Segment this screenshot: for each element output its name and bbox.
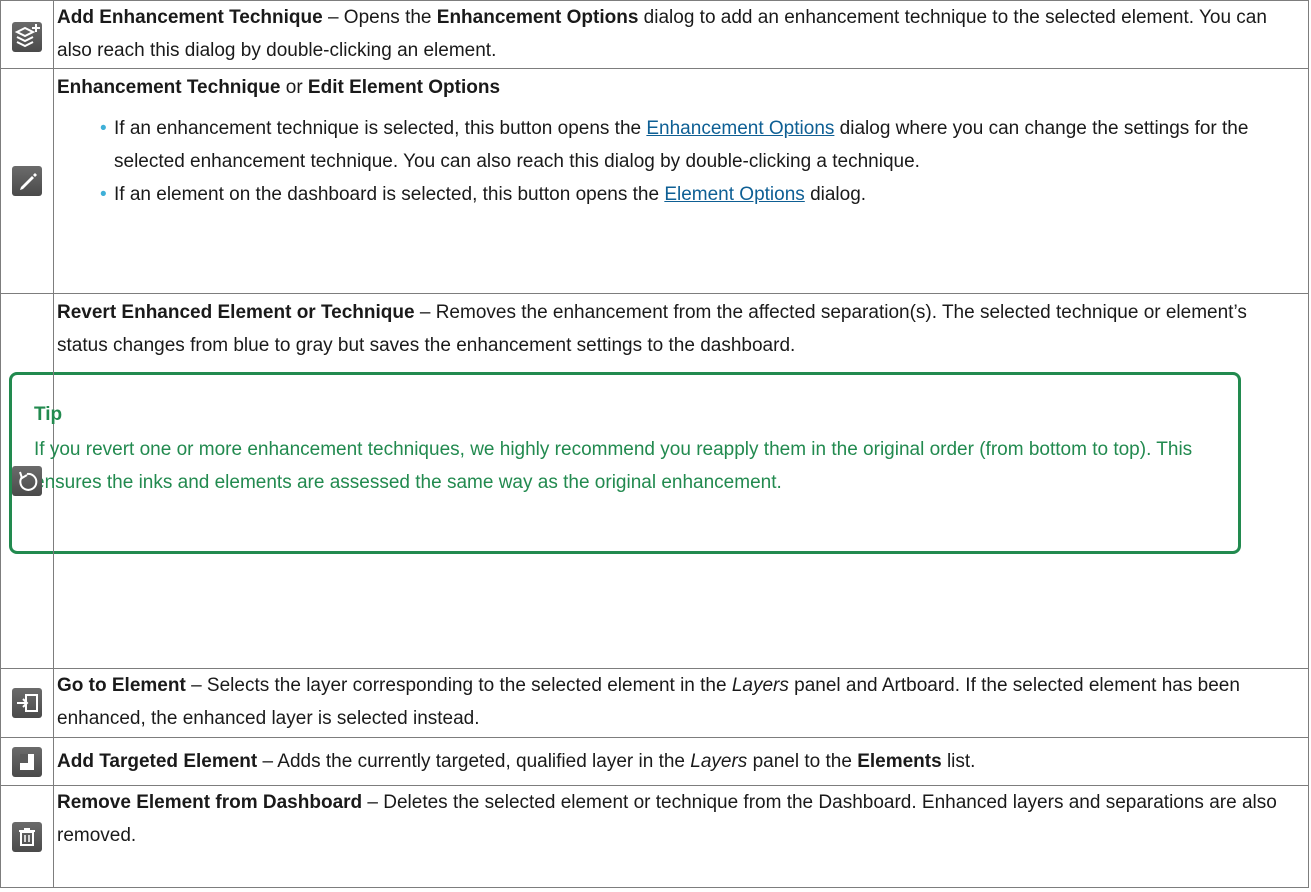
element-options-link[interactable]: Element Options bbox=[664, 184, 804, 205]
icon-cell bbox=[0, 668, 54, 738]
tip-title: Tip bbox=[34, 404, 63, 425]
table-row-remove-element: Remove Element from Dashboard – Deletes … bbox=[0, 785, 1309, 888]
table-row-revert: Revert Enhanced Element or Technique – R… bbox=[0, 293, 1309, 669]
description-cell: Add Targeted Element – Adds the currentl… bbox=[53, 737, 1309, 786]
row-title: Add Targeted Element bbox=[57, 751, 258, 772]
description-cell: Remove Element from Dashboard – Deletes … bbox=[53, 785, 1309, 888]
text: If an element on the dashboard is select… bbox=[114, 184, 665, 205]
text: – Opens the bbox=[322, 7, 437, 28]
text: – Selects the layer corresponding to the… bbox=[185, 675, 732, 696]
icon-cell bbox=[0, 785, 54, 888]
table-row-add-targeted: Add Targeted Element – Adds the currentl… bbox=[0, 737, 1309, 786]
tip-body: If you revert one or more enhancement te… bbox=[34, 439, 1193, 493]
description-cell: Enhancement Technique or Edit Element Op… bbox=[53, 68, 1309, 294]
bullet-list: If an enhancement technique is selected,… bbox=[57, 112, 1302, 211]
list-item: If an enhancement technique is selected,… bbox=[100, 112, 1302, 178]
text: or bbox=[280, 77, 308, 98]
go-to-element-icon[interactable] bbox=[12, 688, 42, 719]
text: If an enhancement technique is selected,… bbox=[114, 118, 647, 139]
icon-cell bbox=[0, 68, 54, 294]
row-title: Revert Enhanced Element or Technique bbox=[57, 302, 415, 323]
icon-cell bbox=[0, 0, 54, 69]
table-row-edit-options: Enhancement Technique or Edit Element Op… bbox=[0, 68, 1309, 294]
revert-icon[interactable] bbox=[12, 466, 42, 497]
bold-term: Elements bbox=[857, 751, 942, 772]
table-row-add-enhancement: Add Enhancement Technique – Opens the En… bbox=[0, 0, 1309, 69]
table-row-go-to-element: Go to Element – Selects the layer corres… bbox=[0, 668, 1309, 738]
description-cell: Revert Enhanced Element or Technique – R… bbox=[9, 293, 1309, 669]
row-title: Enhancement Technique bbox=[57, 77, 281, 98]
enhancement-options-link[interactable]: Enhancement Options bbox=[646, 118, 834, 139]
tip-box: Tip If you revert one or more enhancemen… bbox=[9, 372, 1241, 554]
description-cell: Add Enhancement Technique – Opens the En… bbox=[53, 0, 1309, 69]
add-layers-icon[interactable] bbox=[12, 21, 42, 52]
text: dialog. bbox=[804, 184, 867, 205]
trash-icon[interactable] bbox=[12, 821, 42, 852]
list-item: If an element on the dashboard is select… bbox=[100, 178, 1302, 211]
row-title: Go to Element bbox=[57, 675, 186, 696]
italic-term: Layers bbox=[731, 675, 789, 696]
add-targeted-element-icon[interactable] bbox=[12, 746, 42, 777]
row-title: Remove Element from Dashboard bbox=[57, 792, 363, 813]
text: panel to the bbox=[747, 751, 858, 772]
description-cell: Go to Element – Selects the layer corres… bbox=[53, 668, 1309, 738]
dashboard-buttons-table: Add Enhancement Technique – Opens the En… bbox=[0, 0, 1309, 888]
text: list. bbox=[941, 751, 976, 772]
icon-cell bbox=[0, 737, 54, 786]
row-title-alt: Edit Element Options bbox=[307, 77, 501, 98]
pencil-icon[interactable] bbox=[12, 166, 42, 197]
text: – Adds the currently targeted, qualified… bbox=[257, 751, 691, 772]
row-title: Add Enhancement Technique bbox=[57, 7, 323, 28]
bold-term: Enhancement Options bbox=[436, 7, 639, 28]
italic-term: Layers bbox=[690, 751, 748, 772]
